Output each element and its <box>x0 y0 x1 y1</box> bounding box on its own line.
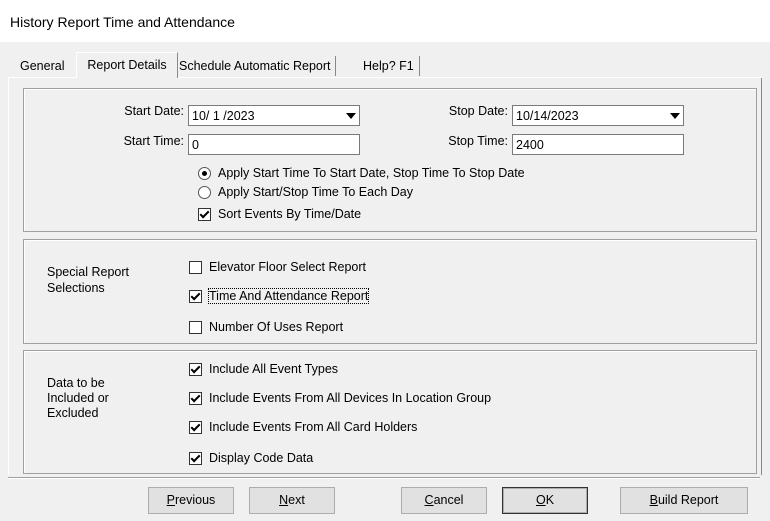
checkbox-time-attendance-label: Time And Attendance Report <box>207 288 370 304</box>
stop-date-label: Stop Date: <box>448 104 508 118</box>
button-bar-divider <box>8 477 760 478</box>
build-report-button[interactable]: Build Report <box>620 487 748 514</box>
checkbox-unchecked[interactable] <box>189 320 202 334</box>
date-time-group: Start Date: 10/ 1 /2023 Stop Date: 10/14… <box>23 88 757 232</box>
start-time-input[interactable] <box>189 135 359 154</box>
build-report-button-mnemonic: B <box>649 493 658 507</box>
stop-date-value: 10/14/2023 <box>516 109 579 123</box>
radio-apply-each-day[interactable]: Apply Start/Stop Time To Each Day <box>198 185 413 199</box>
title-bar: History Report Time and Attendance <box>0 0 770 42</box>
data-inclusion-label-line2: Included or <box>47 391 109 405</box>
chevron-down-icon[interactable] <box>670 113 680 119</box>
radio-apply-start-stop-label: Apply Start Time To Start Date, Stop Tim… <box>218 166 525 180</box>
cancel-button-label: ancel <box>433 493 464 507</box>
checkbox-sort-events[interactable]: Sort Events By Time/Date <box>198 207 361 221</box>
previous-button-label: revious <box>175 493 216 507</box>
start-date-label: Start Date: <box>124 104 184 118</box>
start-time-label: Start Time: <box>123 134 184 148</box>
previous-button-mnemonic: P <box>166 493 176 507</box>
data-inclusion-label-line1: Data to be <box>47 376 105 390</box>
checkbox-all-devices-label: Include Events From All Devices In Locat… <box>209 391 492 405</box>
radio-button[interactable] <box>198 185 211 199</box>
special-report-label-line1: Special Report <box>47 265 129 279</box>
tab-schedule-automatic-report[interactable]: Schedule Automatic Report <box>177 56 337 76</box>
build-report-button-label: uild Report <box>657 493 719 507</box>
next-button-mnemonic: N <box>279 493 289 507</box>
start-time-field[interactable] <box>188 134 360 155</box>
checkbox-all-card-holders-label: Include Events From All Card Holders <box>209 420 418 434</box>
checkbox-unchecked[interactable] <box>189 260 202 274</box>
checkbox-checked[interactable] <box>189 391 202 405</box>
checkbox-all-devices[interactable]: Include Events From All Devices In Locat… <box>189 391 491 405</box>
window-title: History Report Time and Attendance <box>10 14 235 30</box>
checkbox-checked[interactable] <box>189 289 202 303</box>
checkbox-number-of-uses-label: Number Of Uses Report <box>209 320 344 334</box>
stop-date-select[interactable]: 10/14/2023 <box>512 105 684 126</box>
radio-apply-each-day-label: Apply Start/Stop Time To Each Day <box>218 185 414 199</box>
checkbox-display-code-label: Display Code Data <box>209 451 314 465</box>
previous-button[interactable]: Previous <box>148 487 234 514</box>
tab-help[interactable]: Help? F1 <box>361 56 420 76</box>
start-date-value: 10/ 1 /2023 <box>192 109 255 123</box>
data-inclusion-label-line3: Excluded <box>47 406 99 420</box>
stop-time-label: Stop Time: <box>448 134 508 148</box>
tab-strip: General Report Details Schedule Automati… <box>0 48 770 78</box>
chevron-down-icon[interactable] <box>346 113 356 119</box>
special-report-label: Special Report Selections <box>47 264 129 296</box>
checkbox-time-attendance[interactable]: Time And Attendance Report <box>189 288 370 304</box>
checkbox-all-card-holders[interactable]: Include Events From All Card Holders <box>189 420 417 434</box>
radio-button-selected[interactable] <box>198 166 211 180</box>
checkbox-elevator-floor[interactable]: Elevator Floor Select Report <box>189 260 366 274</box>
checkbox-checked[interactable] <box>189 420 202 434</box>
checkbox-checked[interactable] <box>189 451 202 465</box>
start-date-select[interactable]: 10/ 1 /2023 <box>188 105 360 126</box>
checkbox-checked[interactable] <box>198 207 211 221</box>
ok-button-label: K <box>545 493 555 507</box>
ok-button-mnemonic: O <box>535 493 546 507</box>
checkbox-elevator-floor-label: Elevator Floor Select Report <box>209 260 367 274</box>
data-inclusion-group: Data to be Included or Excluded Include … <box>23 350 757 474</box>
checkbox-display-code[interactable]: Display Code Data <box>189 451 313 465</box>
tab-report-details[interactable]: Report Details <box>76 52 178 78</box>
next-button[interactable]: Next <box>249 487 335 514</box>
next-button-label: ext <box>288 493 305 507</box>
stop-time-field[interactable] <box>512 134 684 155</box>
special-report-group: Special Report Selections Elevator Floor… <box>23 239 757 344</box>
special-report-label-line2: Selections <box>47 281 105 295</box>
stop-time-input[interactable] <box>513 135 683 154</box>
checkbox-sort-events-label: Sort Events By Time/Date <box>218 207 362 221</box>
tab-general[interactable]: General <box>18 56 66 76</box>
radio-apply-start-stop[interactable]: Apply Start Time To Start Date, Stop Tim… <box>198 166 525 180</box>
checkbox-all-event-types-label: Include All Event Types <box>209 362 339 376</box>
cancel-button-mnemonic: C <box>424 493 434 507</box>
cancel-button[interactable]: Cancel <box>401 487 487 514</box>
ok-button[interactable]: OK <box>502 487 588 514</box>
checkbox-checked[interactable] <box>189 362 202 376</box>
checkbox-number-of-uses[interactable]: Number Of Uses Report <box>189 320 343 334</box>
data-inclusion-label: Data to be Included or Excluded <box>47 376 109 421</box>
checkbox-all-event-types[interactable]: Include All Event Types <box>189 362 338 376</box>
